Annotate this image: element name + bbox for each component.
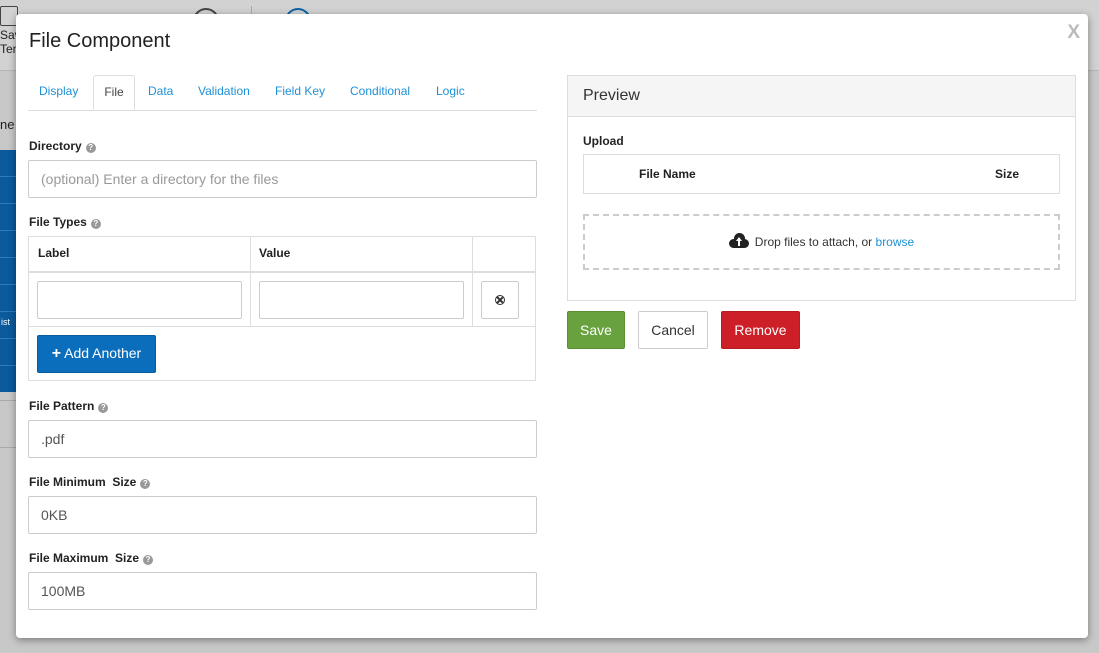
tab-file[interactable]: File bbox=[93, 75, 135, 110]
column-header-value: Value bbox=[259, 246, 291, 260]
help-icon[interactable]: ? bbox=[85, 143, 96, 153]
file-min-size-label-text: File Minimum Size bbox=[29, 475, 137, 489]
tab-data[interactable]: Data bbox=[148, 75, 173, 109]
preview-title: Preview bbox=[568, 76, 1075, 117]
column-header-file-name: File Name bbox=[639, 167, 696, 181]
save-button[interactable]: Save bbox=[567, 311, 625, 349]
modal-title: File Component bbox=[29, 30, 171, 52]
close-icon[interactable]: X bbox=[1067, 22, 1080, 44]
file-pattern-label-text: File Pattern bbox=[29, 399, 95, 413]
directory-label-text: Directory bbox=[29, 139, 82, 153]
file-type-label-input[interactable] bbox=[37, 281, 242, 319]
divider bbox=[0, 400, 16, 401]
file-component-modal: File Component X Display File Data Valid… bbox=[16, 14, 1088, 638]
divider bbox=[0, 447, 16, 448]
help-icon[interactable]: ? bbox=[98, 403, 109, 413]
tab-logic[interactable]: Logic bbox=[436, 75, 465, 109]
file-types-label: File Types? bbox=[29, 215, 101, 229]
column-header-size: Size bbox=[994, 167, 1019, 181]
column-header-label: Label bbox=[38, 246, 70, 260]
cancel-button[interactable]: Cancel bbox=[638, 311, 708, 349]
divider bbox=[29, 326, 535, 327]
file-pattern-label: File Pattern? bbox=[29, 399, 109, 413]
upload-file-table: File Name Size bbox=[583, 154, 1060, 194]
directory-input[interactable] bbox=[28, 160, 537, 198]
cloud-upload-icon bbox=[728, 233, 749, 248]
file-types-label-text: File Types bbox=[29, 215, 87, 229]
add-another-label: Add Another bbox=[64, 345, 142, 361]
help-icon[interactable]: ? bbox=[90, 219, 101, 229]
plus-icon: + bbox=[51, 345, 62, 362]
tab-bar: Display File Data Validation Field Key C… bbox=[28, 75, 537, 111]
tab-validation[interactable]: Validation bbox=[198, 75, 250, 109]
background-side-text: ist bbox=[1, 317, 10, 327]
file-types-table-header: Label Value bbox=[29, 237, 535, 273]
divider bbox=[472, 237, 473, 326]
background-blue-column: ist bbox=[0, 150, 16, 392]
help-icon[interactable]: ? bbox=[143, 555, 154, 565]
file-max-size-label-text: File Maximum Size bbox=[29, 551, 140, 565]
file-min-size-input[interactable] bbox=[28, 496, 537, 534]
tab-display[interactable]: Display bbox=[39, 75, 78, 109]
file-max-size-input[interactable] bbox=[28, 572, 537, 610]
preview-panel: Preview Upload File Name Size Drop files… bbox=[567, 75, 1076, 301]
file-min-size-label: File Minimum Size? bbox=[29, 475, 151, 489]
tab-field-key[interactable]: Field Key bbox=[275, 75, 325, 109]
file-pattern-input[interactable] bbox=[28, 420, 537, 458]
remove-button[interactable]: Remove bbox=[721, 311, 800, 349]
upload-label: Upload bbox=[583, 134, 624, 148]
drop-text: Drop files to attach, or bbox=[754, 235, 876, 249]
add-another-button[interactable]: + Add Another bbox=[37, 335, 156, 373]
file-types-table: Label Value + Add Another bbox=[28, 236, 536, 381]
file-type-value-input[interactable] bbox=[259, 281, 464, 319]
directory-label: Directory? bbox=[29, 139, 96, 153]
file-max-size-label: File Maximum Size? bbox=[29, 551, 154, 565]
file-drop-zone[interactable]: Drop files to attach, or browse bbox=[583, 214, 1060, 270]
tab-conditional[interactable]: Conditional bbox=[350, 75, 410, 109]
remove-circle-icon bbox=[495, 295, 505, 305]
divider bbox=[250, 237, 251, 326]
background-side-label: ne bbox=[0, 117, 15, 132]
browse-link[interactable]: browse bbox=[876, 235, 915, 249]
remove-row-button[interactable] bbox=[481, 281, 519, 319]
help-icon[interactable]: ? bbox=[140, 479, 151, 489]
